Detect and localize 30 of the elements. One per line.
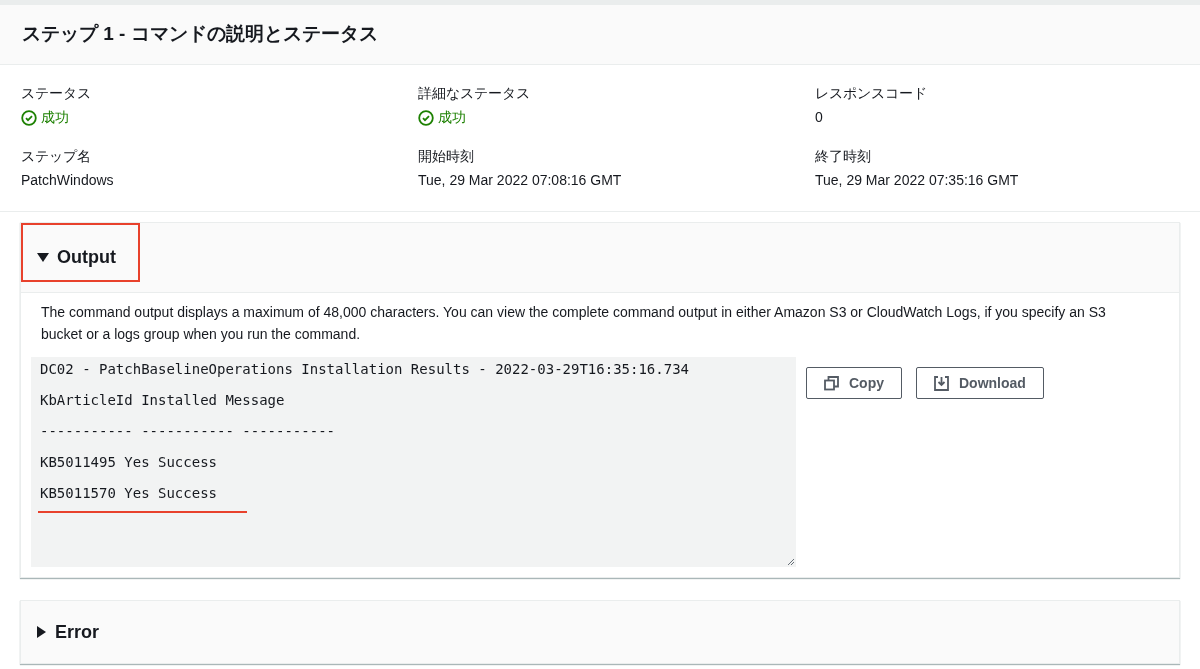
check-circle-icon [21, 109, 37, 126]
copy-icon [824, 375, 839, 391]
download-icon [934, 375, 949, 391]
output-line: DC02 - PatchBaselineOperations Installation Results - 2022-03-29T16:35:16.734 [40, 360, 689, 379]
field-label: 開始時刻 [418, 147, 474, 166]
field-label: ステータス [21, 84, 91, 103]
section-toggle[interactable]: Output [37, 244, 116, 271]
section-toggle[interactable]: Error [37, 618, 99, 646]
check-circle-icon [418, 109, 434, 126]
panel-title: ステップ 1 - コマンドの説明とステータス [22, 22, 378, 47]
field-value: PatchWindows [21, 171, 114, 190]
field-label: 詳細なステータス [418, 84, 530, 103]
copy-button[interactable]: Copy [806, 367, 902, 399]
field-value: 0 [815, 108, 823, 127]
output-line: ----------- ----------- ----------- [40, 422, 335, 441]
caret-down-icon [37, 252, 49, 263]
output-line: KbArticleId Installed Message [40, 391, 285, 410]
status-value: 成功 [41, 108, 69, 127]
status-value: 成功 [438, 108, 466, 127]
field-label: 終了時刻 [815, 147, 871, 166]
field-value: Tue, 29 Mar 2022 07:08:16 GMT [418, 171, 622, 190]
download-button[interactable]: Download [916, 367, 1044, 399]
resize-handle-icon[interactable] [787, 558, 795, 566]
field-value: Tue, 29 Mar 2022 07:35:16 GMT [815, 171, 1019, 190]
output-line: KB5011570 Yes Success [40, 484, 217, 503]
output-description: The command output displays a maximum of 48,000 characters. You can view the complete command output in either Amazon S3 or CloudWatch Logs, if you specify an S3 bucket or a logs group when you run the command. [41, 303, 1107, 344]
output-line: KB5011495 Yes Success [40, 453, 217, 472]
field-label: ステップ名 [21, 147, 91, 166]
field-label: レスポンスコード [815, 84, 927, 103]
caret-right-icon [37, 626, 47, 638]
